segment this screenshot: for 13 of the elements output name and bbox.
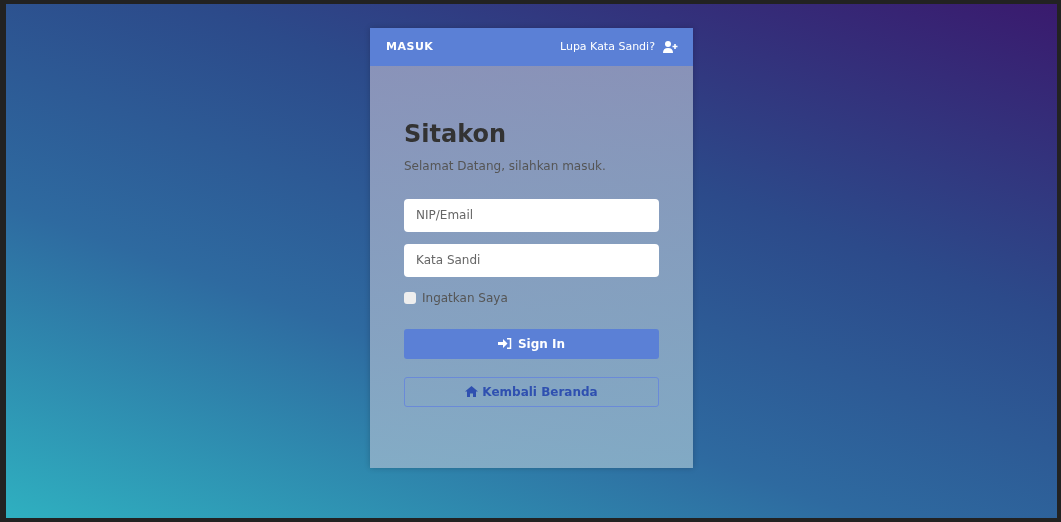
app-title: Sitakon: [404, 120, 508, 149]
sign-in-icon: [497, 338, 512, 350]
remember-checkbox[interactable]: [404, 291, 416, 304]
email-field[interactable]: NIP/Email: [404, 198, 659, 232]
sign-in-button[interactable]: Sign In: [404, 328, 659, 359]
remember-label: Ingatkan Saya: [422, 289, 508, 307]
add-user-icon: [663, 41, 679, 53]
header-title: MASUK: [386, 38, 434, 55]
password-field[interactable]: Kata Sandi: [404, 243, 659, 277]
back-home-button[interactable]: Kembali Beranda: [404, 376, 659, 407]
welcome-text: Selamat Datang, silahkan masuk.: [404, 157, 607, 175]
forgot-password-link[interactable]: Lupa Kata Sandi?: [560, 38, 655, 56]
home-icon: [465, 386, 479, 398]
